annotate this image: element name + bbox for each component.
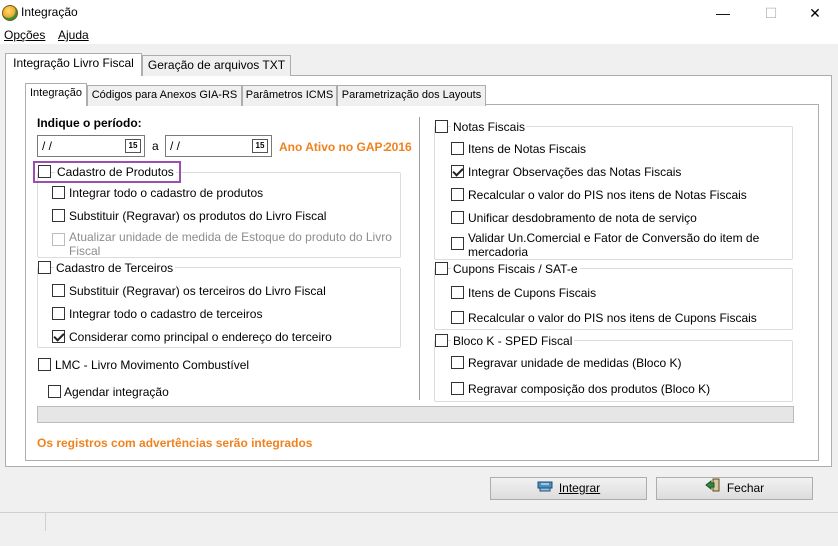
integrar-cadastro-produtos-checkbox[interactable] bbox=[52, 186, 65, 199]
atualizar-unidade-checkbox bbox=[52, 233, 65, 246]
active-year-label: Ano Ativo no GAP: bbox=[279, 140, 387, 154]
itens-notas-checkbox[interactable] bbox=[451, 142, 464, 155]
period-label: Indique o período: bbox=[37, 116, 142, 130]
notas-fiscais-checkbox[interactable] bbox=[435, 120, 448, 133]
fechar-label: Fechar bbox=[726, 481, 765, 495]
end-calendar-icon[interactable]: 15 bbox=[252, 139, 268, 153]
cadastro-terceiros-checkbox[interactable] bbox=[38, 261, 51, 274]
exit-door-icon bbox=[705, 478, 721, 499]
window-title: Integração bbox=[21, 5, 78, 19]
bloco-k-checkbox[interactable] bbox=[435, 334, 448, 347]
validar-un-comercial-label-line2: mercadoria bbox=[468, 245, 529, 259]
bloco-k-label: Bloco K - SPED Fiscal bbox=[451, 334, 575, 348]
minimize-button[interactable]: — bbox=[700, 0, 746, 26]
start-date-value: / / bbox=[42, 139, 53, 153]
recalcular-pis-notas-label: Recalcular o valor do PIS nos itens de N… bbox=[468, 188, 747, 202]
recalcular-pis-cupons-checkbox[interactable] bbox=[451, 311, 464, 324]
lmc-checkbox[interactable] bbox=[38, 358, 51, 371]
substituir-terceiros-checkbox[interactable] bbox=[52, 284, 65, 297]
period-separator: a bbox=[152, 139, 159, 153]
lmc-label: LMC - Livro Movimento Combustível bbox=[55, 358, 250, 372]
regravar-unidade-checkbox[interactable] bbox=[451, 356, 464, 369]
substituir-produtos-label: Substituir (Regravar) os produtos do Liv… bbox=[69, 209, 327, 223]
tab-codigos-anexos-gia-rs[interactable]: Códigos para Anexos GIA-RS bbox=[87, 85, 242, 106]
tab-geracao-arquivos-txt[interactable]: Geração de arquivos TXT bbox=[142, 55, 291, 76]
maximize-button[interactable]: ☐ bbox=[748, 0, 794, 26]
tab-integracao[interactable]: Integração bbox=[25, 83, 87, 106]
start-calendar-icon[interactable]: 15 bbox=[125, 139, 141, 153]
recalcular-pis-notas-checkbox[interactable] bbox=[451, 188, 464, 201]
notas-fiscais-label: Notas Fiscais bbox=[451, 120, 528, 134]
recalcular-pis-cupons-label: Recalcular o valor do PIS nos itens de C… bbox=[468, 311, 757, 325]
fechar-button[interactable]: Fechar bbox=[656, 477, 813, 500]
integrar-icon bbox=[537, 478, 553, 499]
itens-notas-label: Itens de Notas Fiscais bbox=[468, 142, 587, 156]
warning-message: Os registros com advertências serão inte… bbox=[37, 436, 313, 450]
unificar-desdobramento-checkbox[interactable] bbox=[451, 211, 464, 224]
status-cell-2 bbox=[46, 512, 838, 531]
tab-parametros-icms[interactable]: Parâmetros ICMS bbox=[242, 85, 337, 106]
integrar-label: Integrar bbox=[558, 481, 601, 495]
considerar-endereco-checkbox[interactable] bbox=[52, 330, 65, 343]
regravar-composicao-label: Regravar composição dos produtos (Bloco … bbox=[468, 382, 711, 396]
integration-progress-bar bbox=[37, 406, 794, 423]
itens-cupons-label: Itens de Cupons Fiscais bbox=[468, 286, 597, 300]
menu-bar bbox=[0, 26, 838, 44]
validar-un-comercial-label: Validar Un.Comercial e Fator de Conversã… bbox=[468, 231, 760, 245]
end-date-value: / / bbox=[170, 139, 181, 153]
cadastro-produtos-checkbox[interactable] bbox=[38, 165, 51, 178]
integrar-observacoes-label: Integrar Observações das Notas Fiscais bbox=[468, 165, 682, 179]
agendar-integracao-checkbox[interactable] bbox=[48, 385, 61, 398]
considerar-endereco-label: Considerar como principal o endereço do … bbox=[69, 330, 332, 344]
agendar-integracao-label: Agendar integração bbox=[64, 385, 169, 399]
regravar-composicao-checkbox[interactable] bbox=[451, 382, 464, 395]
validar-un-comercial-checkbox[interactable] bbox=[451, 237, 464, 250]
atualizar-unidade-label: Atualizar unidade de medida de Estoque d… bbox=[69, 230, 392, 244]
integrar-terceiros-checkbox[interactable] bbox=[52, 307, 65, 320]
integrar-observacoes-checkbox[interactable] bbox=[451, 165, 464, 178]
cupons-fiscais-label: Cupons Fiscais / SAT-e bbox=[451, 262, 580, 276]
menu-opcoes[interactable]: Opções bbox=[4, 28, 45, 42]
unificar-desdobramento-label: Unificar desdobramento de nota de serviç… bbox=[468, 211, 697, 225]
status-cell-1 bbox=[0, 512, 46, 531]
app-icon bbox=[2, 5, 18, 21]
substituir-produtos-checkbox[interactable] bbox=[52, 209, 65, 222]
tab-parametrizacao-layouts[interactable]: Parametrização dos Layouts bbox=[337, 85, 486, 106]
column-separator bbox=[419, 117, 420, 400]
atualizar-unidade-label-line2: Fiscal bbox=[69, 244, 101, 258]
tab-integracao-livro-fiscal[interactable]: Integração Livro Fiscal bbox=[5, 53, 142, 76]
cupons-fiscais-checkbox[interactable] bbox=[435, 262, 448, 275]
regravar-unidade-label: Regravar unidade de medidas (Bloco K) bbox=[468, 356, 682, 370]
menu-ajuda[interactable]: Ajuda bbox=[58, 28, 89, 42]
integrar-terceiros-label: Integrar todo o cadastro de terceiros bbox=[69, 307, 263, 321]
integrar-cadastro-produtos-label: Integrar todo o cadastro de produtos bbox=[69, 186, 264, 200]
cadastro-produtos-label: Cadastro de Produtos bbox=[55, 165, 176, 179]
active-year-value: 2016 bbox=[385, 140, 412, 154]
integrar-button[interactable]: Integrar bbox=[490, 477, 647, 500]
substituir-terceiros-label: Substituir (Regravar) os terceiros do Li… bbox=[69, 284, 326, 298]
close-button[interactable]: ✕ bbox=[792, 0, 838, 26]
cadastro-terceiros-label: Cadastro de Terceiros bbox=[54, 261, 176, 275]
itens-cupons-checkbox[interactable] bbox=[451, 286, 464, 299]
